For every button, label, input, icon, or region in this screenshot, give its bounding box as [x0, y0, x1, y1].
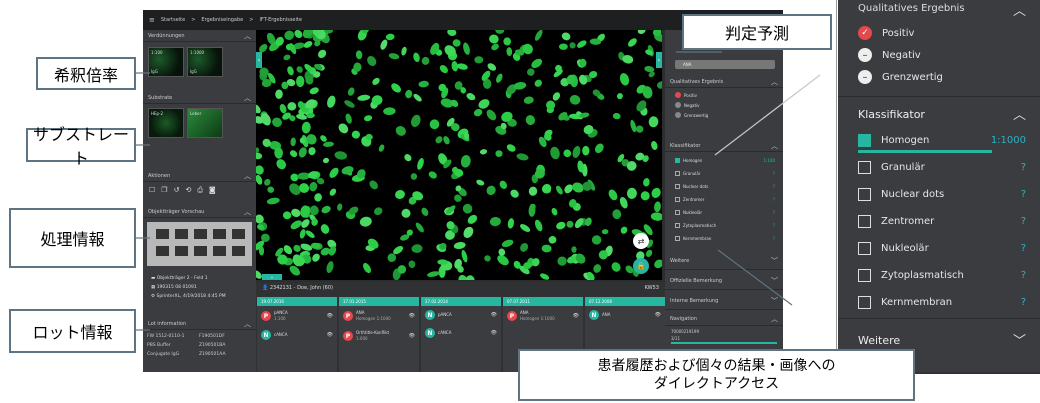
callout-prediction: 判定予測 [682, 14, 832, 50]
callout-processing: 処理情報 [9, 208, 136, 268]
callout-substrate: サブストレート [26, 125, 136, 168]
callout-history: 患者履歴および個々の結果・画像への ダイレクトアクセス [518, 349, 915, 401]
callout-dilution: 希釈倍率 [36, 57, 136, 90]
callout-lines [136, 51, 821, 331]
callout-lot: ロット情報 [9, 309, 136, 353]
